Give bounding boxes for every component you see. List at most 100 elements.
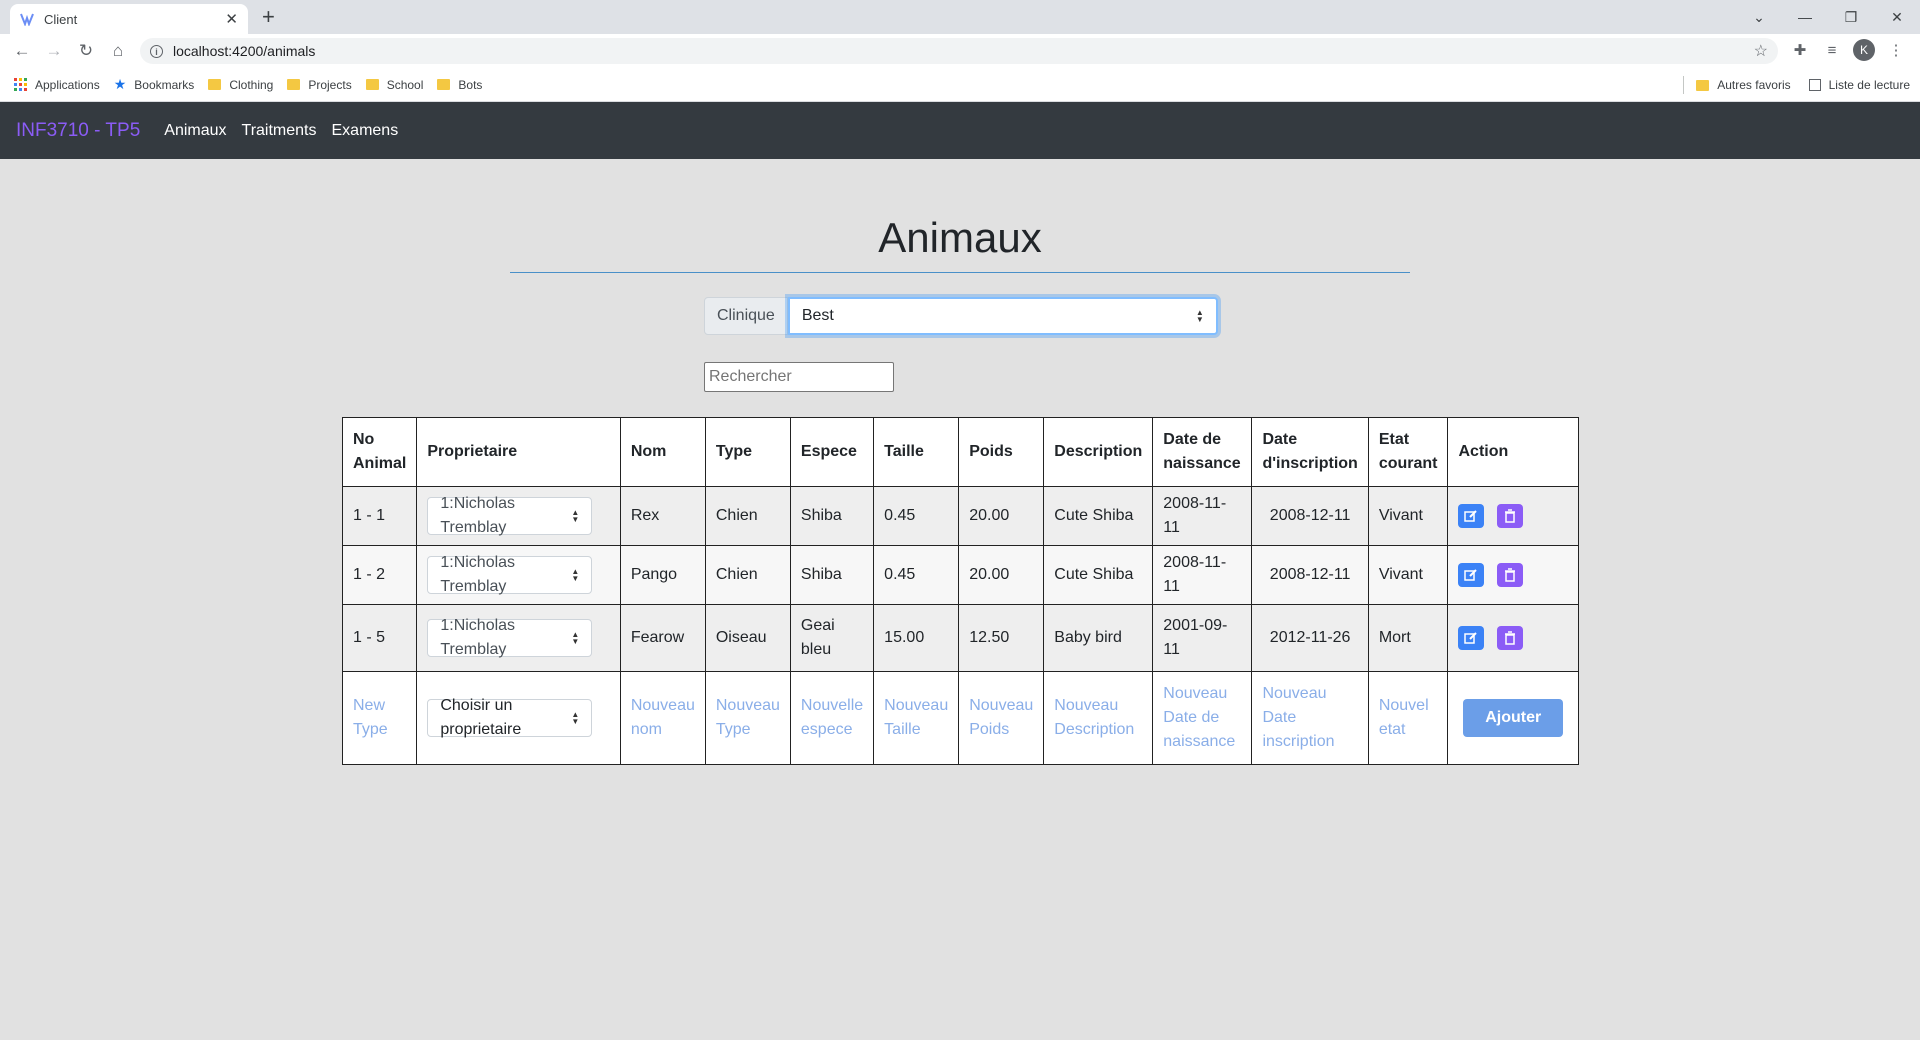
owner-selected-value: 1:Nicholas Tremblay <box>440 617 516 658</box>
cell-taille[interactable]: 0.45 <box>873 486 960 546</box>
bookmark-label: Projects <box>308 77 352 92</box>
cell-type[interactable]: Chien <box>704 486 791 546</box>
bookmark-label: Autres favoris <box>1717 78 1791 92</box>
new-tab-icon[interactable]: + <box>262 5 275 29</box>
bookmark-bookmarks[interactable]: ★ Bookmarks <box>114 76 195 93</box>
browser-tab[interactable]: Client ✕ <box>10 4 248 34</box>
header-espece: Espece <box>789 417 875 487</box>
cell-espece[interactable]: Shiba <box>789 545 875 605</box>
site-info-icon[interactable]: i <box>150 44 163 58</box>
tab-search-icon[interactable]: ⌄ <box>1736 9 1782 26</box>
cell-nom[interactable]: Pango <box>619 545 706 605</box>
new-espece-input[interactable]: Nouvelle espece <box>789 671 875 765</box>
cell-nom[interactable]: Rex <box>619 486 706 546</box>
bookmarks-bar: Applications ★ Bookmarks Clothing Projec… <box>0 68 1920 102</box>
cell-etat[interactable]: Vivant <box>1367 545 1449 605</box>
close-window-icon[interactable]: ✕ <box>1874 9 1920 26</box>
delete-button[interactable] <box>1496 562 1523 587</box>
page-title: Animaux <box>878 214 1042 261</box>
cell-taille[interactable]: 0.45 <box>873 545 960 605</box>
home-icon[interactable]: ⌂ <box>102 41 134 61</box>
folder-icon <box>437 79 451 90</box>
header-description: Description <box>1043 417 1154 487</box>
edit-button[interactable] <box>1458 503 1485 528</box>
media-queue-icon[interactable]: ≡ <box>1816 42 1848 59</box>
header-poids: Poids <box>958 417 1045 487</box>
select-arrows-icon: ▲ ▼ <box>571 567 580 583</box>
cell-poids[interactable]: 20.00 <box>958 486 1045 546</box>
search-input[interactable]: Rechercher <box>704 362 894 392</box>
cell-owner: Choisir un proprietaire ▲ ▼ <box>416 671 621 765</box>
cell-espece[interactable]: Geai bleu <box>789 604 875 672</box>
new-etat-input[interactable]: Nouvel etat <box>1367 671 1449 765</box>
new-no-input[interactable]: New Type <box>341 671 418 765</box>
address-bar[interactable]: i localhost:4200/animals ☆ <box>140 38 1778 64</box>
menu-kebab-icon[interactable]: ⋮ <box>1880 41 1912 59</box>
owner-select[interactable]: 1:Nicholas Tremblay ▲ ▼ <box>427 554 593 595</box>
delete-button[interactable] <box>1496 503 1523 528</box>
bookmark-projects[interactable]: Projects <box>287 77 352 92</box>
close-tab-icon[interactable]: ✕ <box>225 10 238 28</box>
bookmark-school[interactable]: School <box>365 78 423 92</box>
cell-taille[interactable]: 15.00 <box>873 604 960 672</box>
delete-button[interactable] <box>1496 625 1523 650</box>
nav-link-animaux[interactable]: Animaux <box>164 122 226 140</box>
minimize-icon[interactable]: — <box>1782 9 1828 25</box>
cell-date-inscription[interactable]: 2012-11-26 <box>1251 604 1369 672</box>
navbar-brand[interactable]: INF3710 - TP5 <box>16 120 140 142</box>
new-date-inscription-input[interactable]: Nouveau Date inscription <box>1251 671 1369 765</box>
cell-type[interactable]: Chien <box>704 545 791 605</box>
cell-owner: 1:Nicholas Tremblay ▲ ▼ <box>416 604 621 672</box>
cell-type[interactable]: Oiseau <box>704 604 791 672</box>
new-owner-select[interactable]: Choisir un proprietaire ▲ ▼ <box>427 697 593 738</box>
cell-description[interactable]: Cute Shiba <box>1043 545 1154 605</box>
nav-link-examens[interactable]: Examens <box>332 122 399 140</box>
bookmark-separator <box>1683 76 1685 94</box>
cell-date-inscription[interactable]: 2008-12-11 <box>1251 545 1369 605</box>
forward-icon[interactable]: → <box>38 41 70 61</box>
reading-list[interactable]: Liste de lecture <box>1808 78 1910 92</box>
clinic-selected-value: Best <box>801 307 834 324</box>
new-taille-input[interactable]: Nouveau Taille <box>873 671 960 765</box>
bookmark-star-icon[interactable]: ☆ <box>1754 41 1768 61</box>
new-poids-input[interactable]: Nouveau Poids <box>958 671 1045 765</box>
cell-etat[interactable]: Vivant <box>1367 486 1449 546</box>
restore-icon[interactable]: ❐ <box>1828 9 1874 26</box>
bookmark-other-favorites[interactable]: Autres favoris <box>1696 78 1791 92</box>
cell-description[interactable]: Baby bird <box>1043 604 1154 672</box>
cell-date-naissance[interactable]: 2001-09-11 <box>1152 604 1253 672</box>
bookmark-clothing[interactable]: Clothing <box>208 78 273 92</box>
cell-poids[interactable]: 12.50 <box>958 604 1045 672</box>
bookmark-label: Bookmarks <box>134 77 195 92</box>
cell-date-inscription[interactable]: 2008-12-11 <box>1251 486 1369 546</box>
cell-poids[interactable]: 20.00 <box>958 545 1045 605</box>
clinic-select[interactable]: Best ▲ ▼ <box>787 297 1218 335</box>
edit-button[interactable] <box>1458 562 1485 587</box>
owner-select[interactable]: 1:Nicholas Tremblay ▲ ▼ <box>427 617 593 658</box>
bookmark-applications[interactable]: Applications <box>14 78 100 92</box>
nav-link-traitments[interactable]: Traitments <box>242 122 317 140</box>
reload-icon[interactable]: ↻ <box>70 41 102 61</box>
add-animal-button[interactable]: Ajouter <box>1463 699 1564 737</box>
cell-etat[interactable]: Mort <box>1367 604 1449 672</box>
cell-date-naissance[interactable]: 2008-11-11 <box>1152 545 1253 605</box>
new-description-input[interactable]: Nouveau Description <box>1043 671 1154 765</box>
back-icon[interactable]: ← <box>6 41 38 61</box>
animals-table: No Animal Proprietaire Nom Type Espece T… <box>341 417 1579 765</box>
cell-actions <box>1447 604 1579 672</box>
app-favicon-icon <box>20 13 34 26</box>
bookmark-bots[interactable]: Bots <box>437 78 482 92</box>
new-type-input[interactable]: Nouveau Type <box>704 671 791 765</box>
cell-date-naissance[interactable]: 2008-11-11 <box>1152 486 1253 546</box>
edit-button[interactable] <box>1458 625 1485 650</box>
profile-avatar[interactable]: K <box>1853 39 1875 61</box>
cell-nom[interactable]: Fearow <box>619 604 706 672</box>
owner-select[interactable]: 1:Nicholas Tremblay ▲ ▼ <box>427 495 593 536</box>
header-no-animal: No Animal <box>341 417 418 487</box>
new-nom-input[interactable]: Nouveau nom <box>619 671 706 765</box>
cell-description[interactable]: Cute Shiba <box>1043 486 1154 546</box>
extensions-puzzle-icon[interactable]: ✚ <box>1784 41 1816 59</box>
cell-espece[interactable]: Shiba <box>789 486 875 546</box>
new-date-naissance-input[interactable]: Nouveau Date de naissance <box>1152 671 1253 765</box>
folder-icon <box>287 79 301 90</box>
